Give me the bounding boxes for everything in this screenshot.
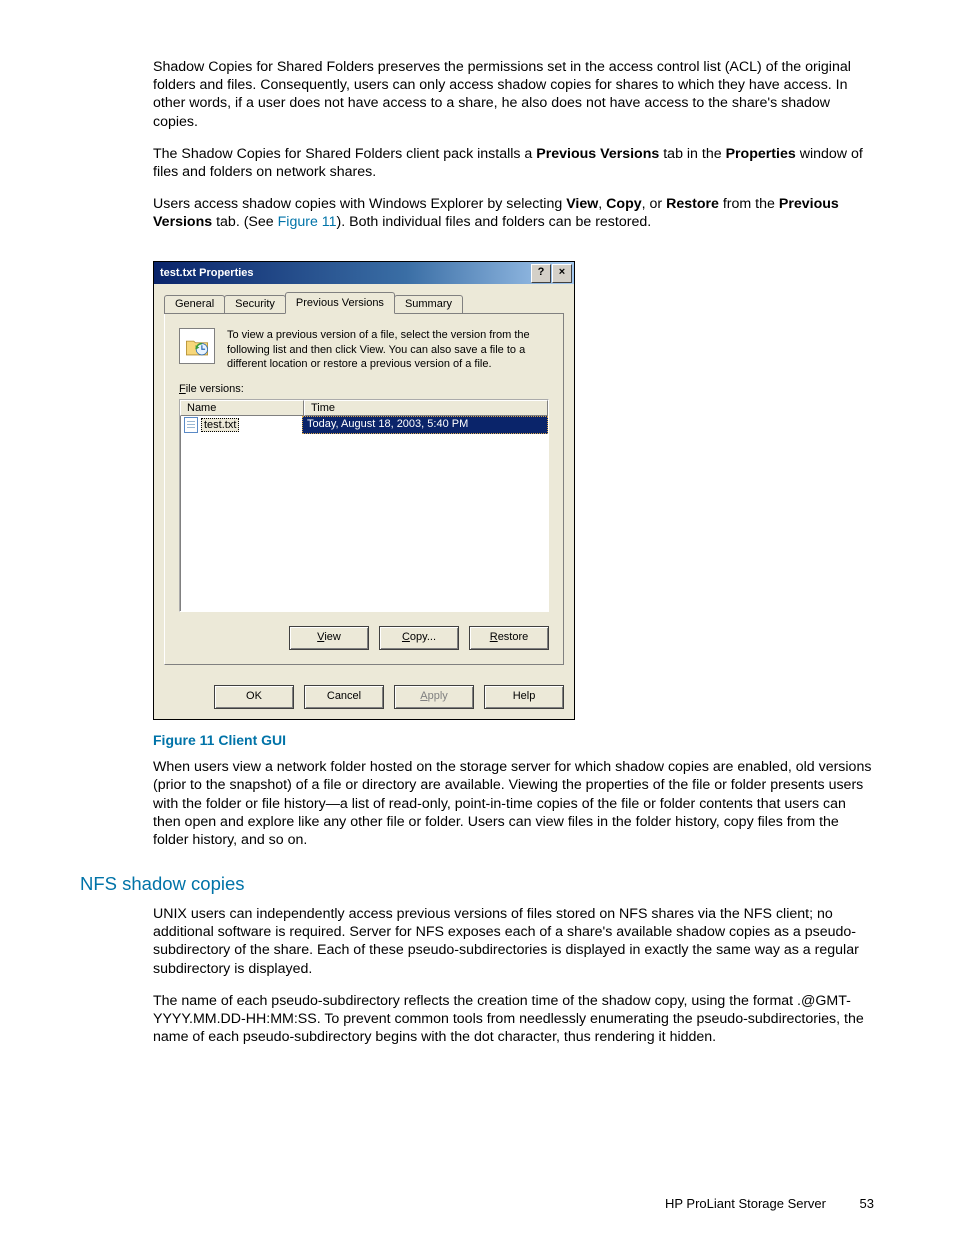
footer-doc-title: HP ProLiant Storage Server (665, 1196, 826, 1211)
dialog-titlebar[interactable]: test.txt Properties ? × (154, 262, 574, 284)
paragraph-client-pack: The Shadow Copies for Shared Folders cli… (153, 145, 874, 181)
titlebar-help-button[interactable]: ? (531, 264, 551, 283)
apply-button[interactable]: Apply (394, 685, 474, 709)
paragraph-pseudo-subdir: The name of each pseudo-subdirectory ref… (153, 992, 874, 1047)
text: from the (719, 196, 779, 212)
tab-summary[interactable]: Summary (394, 295, 463, 313)
text: ile versions: (186, 383, 244, 395)
text: Users access shadow copies with Windows … (153, 196, 566, 212)
previous-versions-icon (179, 328, 215, 364)
heading-nfs-shadow-copies: NFS shadow copies (80, 873, 874, 895)
info-text: To view a previous version of a file, se… (227, 328, 549, 371)
text: tab. (See (212, 214, 277, 230)
footer-page-number: 53 (860, 1196, 874, 1211)
ok-button[interactable]: OK (214, 685, 294, 709)
cancel-button[interactable]: Cancel (304, 685, 384, 709)
text: The Shadow Copies for Shared Folders cli… (153, 146, 536, 162)
mnemonic-f: F (179, 383, 186, 395)
bold-copy: Copy (606, 196, 641, 212)
bold-properties: Properties (726, 146, 796, 162)
file-icon (184, 417, 198, 433)
properties-dialog: test.txt Properties ? × General Security… (153, 261, 575, 720)
text: , (598, 196, 606, 212)
paragraph-unix: UNIX users can independently access prev… (153, 905, 874, 978)
file-versions-list[interactable]: Name Time test.txt Today, August 18, 200… (179, 399, 549, 612)
file-versions-label: File versions: (179, 383, 549, 395)
tab-previous-versions[interactable]: Previous Versions (285, 292, 395, 314)
help-button[interactable]: Help (484, 685, 564, 709)
tab-row: General Security Previous Versions Summa… (164, 292, 564, 314)
restore-button[interactable]: Restore (469, 626, 549, 650)
column-header-time[interactable]: Time (304, 400, 548, 416)
paragraph-access: Users access shadow copies with Windows … (153, 195, 874, 231)
bold-previous-versions: Previous Versions (536, 146, 659, 162)
list-header: Name Time (180, 400, 548, 416)
tab-security[interactable]: Security (224, 295, 286, 313)
dialog-title: test.txt Properties (160, 267, 254, 279)
file-time: Today, August 18, 2003, 5:40 PM (302, 416, 548, 434)
bold-view: View (566, 196, 598, 212)
tab-panel-previous-versions: To view a previous version of a file, se… (164, 314, 564, 665)
text: , or (642, 196, 666, 212)
text: ). Both individual files and folders can… (337, 214, 652, 230)
column-header-name[interactable]: Name (180, 400, 304, 416)
bold-restore: Restore (666, 196, 719, 212)
view-button[interactable]: View (289, 626, 369, 650)
copy-button[interactable]: Copy... (379, 626, 459, 650)
text: tab in the (659, 146, 725, 162)
figure-caption: Figure 11 Client GUI (153, 732, 874, 748)
list-item[interactable]: test.txt Today, August 18, 2003, 5:40 PM (180, 416, 548, 434)
file-name: test.txt (201, 418, 239, 432)
page-footer: HP ProLiant Storage Server 53 (80, 1196, 874, 1211)
paragraph-network-folder: When users view a network folder hosted … (153, 758, 874, 849)
tab-general[interactable]: General (164, 295, 225, 313)
paragraph-acl: Shadow Copies for Shared Folders preserv… (153, 58, 874, 131)
link-figure-11[interactable]: Figure 11 (278, 214, 337, 230)
titlebar-close-button[interactable]: × (552, 264, 572, 283)
